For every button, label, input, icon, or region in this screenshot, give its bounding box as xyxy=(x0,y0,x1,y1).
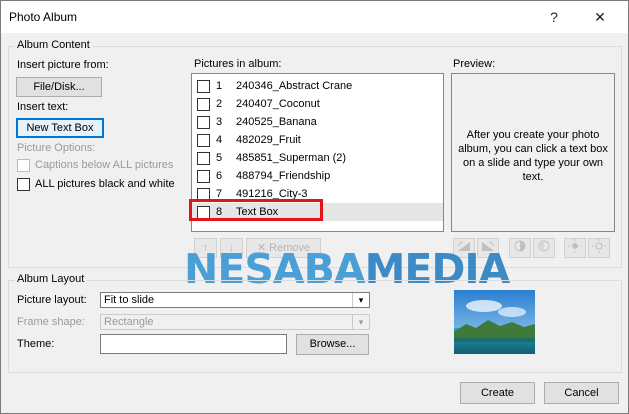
chevron-down-icon: ▾ xyxy=(352,293,369,307)
list-item[interactable]: 4 482029_Fruit xyxy=(192,131,443,149)
album-layout-label: Album Layout xyxy=(15,273,87,285)
picture-number: 3 xyxy=(216,116,223,128)
contrast-up-icon xyxy=(514,240,526,252)
preview-pane: After you create your photo album, you c… xyxy=(451,73,615,232)
contrast-down-icon xyxy=(538,240,550,252)
file-disk-button[interactable]: File/Disk... xyxy=(16,77,102,97)
picture-options-label: Picture Options: xyxy=(17,142,96,154)
picture-name: 488794_Friendship xyxy=(236,170,331,182)
close-icon[interactable]: ✕ xyxy=(590,7,610,27)
pictures-in-album-label: Pictures in album: xyxy=(194,58,282,70)
picture-name: 240407_Coconut xyxy=(236,98,320,110)
file-disk-button-label: File/Disk... xyxy=(33,81,85,93)
picture-checkbox[interactable] xyxy=(197,116,210,129)
frame-shape-value: Rectangle xyxy=(104,316,154,328)
highlight-annotation-box xyxy=(189,199,323,221)
picture-number: 4 xyxy=(216,134,223,146)
picture-number: 5 xyxy=(216,152,223,164)
preview-text: After you create your photo album, you c… xyxy=(458,129,608,183)
chevron-down-icon: ▾ xyxy=(352,315,369,329)
picture-name: 482029_Fruit xyxy=(236,134,301,146)
picture-checkbox[interactable] xyxy=(197,98,210,111)
black-white-label: ALL pictures black and white xyxy=(35,178,175,190)
theme-label: Theme: xyxy=(17,338,55,350)
list-item[interactable]: 6 488794_Friendship xyxy=(192,167,443,185)
list-item[interactable]: 1 240346_Abstract Crane xyxy=(192,77,443,95)
picture-layout-label: Picture layout: xyxy=(17,294,87,306)
landscape-image xyxy=(454,290,535,354)
picture-number: 6 xyxy=(216,170,223,182)
preview-label: Preview: xyxy=(453,58,496,70)
captions-label: Captions below ALL pictures xyxy=(35,159,174,171)
brightness-down-icon xyxy=(592,239,606,253)
picture-checkbox[interactable] xyxy=(197,134,210,147)
list-item[interactable]: 5 485851_Superman (2) xyxy=(192,149,443,167)
picture-layout-select[interactable]: Fit to slide ▾ xyxy=(100,292,370,308)
contrast-up-button[interactable] xyxy=(509,238,531,258)
picture-checkbox[interactable] xyxy=(197,80,210,93)
photo-album-dialog: Photo Album ? ✕ Album Content Insert pic… xyxy=(0,0,629,414)
browse-button[interactable]: Browse... xyxy=(296,334,369,355)
album-content-label: Album Content xyxy=(15,39,92,51)
picture-number: 1 xyxy=(216,80,223,92)
insert-picture-label: Insert picture from: xyxy=(17,59,109,71)
picture-checkbox[interactable] xyxy=(197,170,210,183)
new-text-box-button-label: New Text Box xyxy=(26,122,94,134)
picture-name: 485851_Superman (2) xyxy=(236,152,347,164)
brightness-down-button[interactable] xyxy=(588,238,610,258)
picture-number: 2 xyxy=(216,98,223,110)
picture-name: 240346_Abstract Crane xyxy=(236,80,353,92)
picture-checkbox[interactable] xyxy=(197,152,210,165)
title-bar: Photo Album ? ✕ xyxy=(1,1,628,33)
layout-preview-thumbnail xyxy=(454,290,535,354)
list-item[interactable]: 2 240407_Coconut xyxy=(192,95,443,113)
help-icon[interactable]: ? xyxy=(544,7,564,27)
dialog-title: Photo Album xyxy=(9,10,78,24)
create-button-label: Create xyxy=(480,387,515,399)
captions-checkbox[interactable] xyxy=(17,159,30,172)
picture-name: 240525_Banana xyxy=(236,116,317,128)
browse-button-label: Browse... xyxy=(309,338,356,350)
new-text-box-button[interactable]: New Text Box xyxy=(16,118,104,138)
create-button[interactable]: Create xyxy=(460,382,535,404)
brightness-up-button[interactable] xyxy=(564,238,586,258)
black-white-checkbox[interactable] xyxy=(17,178,30,191)
frame-shape-select[interactable]: Rectangle ▾ xyxy=(100,314,370,330)
brightness-up-icon xyxy=(568,239,582,253)
contrast-down-button[interactable] xyxy=(533,238,555,258)
cancel-button[interactable]: Cancel xyxy=(544,382,619,404)
list-item[interactable]: 3 240525_Banana xyxy=(192,113,443,131)
insert-text-label: Insert text: xyxy=(17,101,69,113)
frame-shape-label: Frame shape: xyxy=(17,316,85,328)
picture-layout-value: Fit to slide xyxy=(104,294,155,306)
theme-input[interactable] xyxy=(100,334,287,354)
cancel-button-label: Cancel xyxy=(564,387,599,399)
